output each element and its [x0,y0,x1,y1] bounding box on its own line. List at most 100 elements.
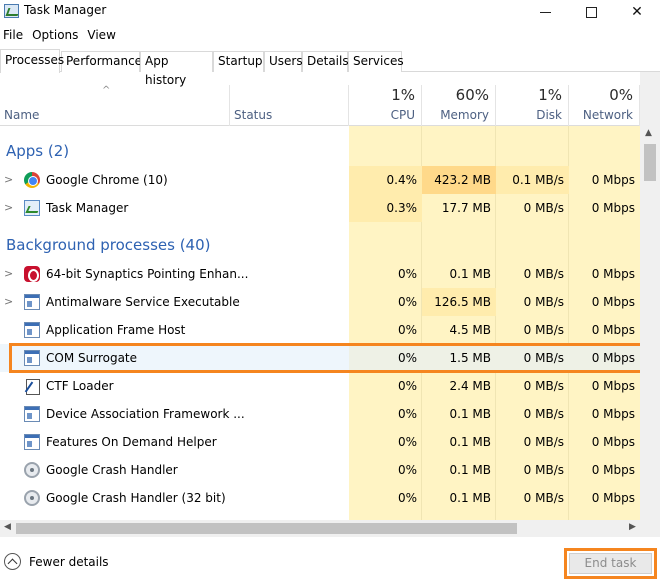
network-value: 0 Mbps [591,295,635,309]
vertical-scroll-thumb[interactable] [644,144,656,181]
window-app-icon [24,294,40,310]
scrollbar-corner [640,520,660,537]
process-name: Task Manager [46,201,129,215]
tab-bar: Processes Performance App history Startu… [0,49,660,87]
disk-value: 0 MB/s [523,201,564,215]
column-header: ^ Name Status 1% CPU 60% Memory 1% Disk … [0,85,640,126]
column-network-label: Network [582,108,633,122]
column-disk[interactable]: 1% Disk [496,85,569,126]
scroll-left-icon[interactable]: ◀ [4,522,11,532]
table-row[interactable]: Google Crash Handler (32 bit) 0% 0.1 MB … [0,484,640,512]
disk-value: 0 MB/s [523,407,564,421]
tab-details[interactable]: Details [302,51,349,72]
ctf-loader-icon [24,378,40,395]
cpu-value: 0% [397,463,417,477]
scroll-right-icon[interactable]: ▶ [629,522,636,532]
memory-value: 0.1 MB [449,267,491,281]
disk-value: 0 MB/s [523,379,564,393]
table-row[interactable]: Features On Demand Helper 0% 0.1 MB 0 MB… [0,428,640,456]
group-apps-label: Apps (2) [6,142,70,160]
menu-file[interactable]: File [0,26,29,46]
tab-performance[interactable]: Performance [61,51,142,72]
column-status[interactable]: Status [230,85,349,126]
cpu-value: 0% [397,295,417,309]
cpu-value: 0% [397,407,417,421]
process-name: Google Crash Handler [46,463,178,477]
menu-view[interactable]: View [84,26,121,46]
maximize-icon [585,6,597,18]
column-network[interactable]: 0% Network [569,85,640,126]
disk-value: 0 MB/s [523,295,564,309]
group-apps[interactable]: Apps (2) [0,136,640,164]
column-cpu-label: CPU [390,108,415,122]
table-row[interactable]: > Antimalware Service Executable 0% 126.… [0,288,640,316]
table-row[interactable]: CTF Loader 0% 2.4 MB 0 MB/s 0 Mbps [0,372,640,400]
column-name[interactable]: ^ Name [0,85,230,126]
chevron-up-circle-icon[interactable] [4,553,21,570]
tab-app-history[interactable]: App history [140,51,213,87]
process-name: Google Crash Handler (32 bit) [46,491,226,505]
table-row[interactable]: Device Association Framework ... 0% 0.1 … [0,400,640,428]
menu-bar: File Options View [0,26,122,46]
table-row[interactable]: > Task Manager 0.3% 17.7 MB 0 MB/s 0 Mbp… [0,194,640,222]
fewer-details-link[interactable]: Fewer details [29,555,109,569]
network-value: 0 Mbps [591,267,635,281]
window-app-icon [24,406,40,422]
tab-services[interactable]: Services [348,51,404,72]
process-name: Google Chrome (10) [46,173,168,187]
window-title: Task Manager [24,3,107,17]
group-background-label: Background processes (40) [6,236,211,254]
disk-value: 0 MB/s [523,323,564,337]
network-value: 0 Mbps [591,173,635,187]
cpu-value: 0.3% [386,201,418,215]
horizontal-scrollbar[interactable]: ◀ ▶ [0,520,640,537]
cpu-total-percent: 1% [391,86,415,104]
window-app-icon [24,434,40,450]
close-button[interactable]: ✕ [614,0,660,24]
memory-value: 0.1 MB [449,407,491,421]
menu-options[interactable]: Options [29,26,84,46]
vertical-scrollbar[interactable]: ▲ [640,126,660,520]
tab-processes[interactable]: Processes [0,49,64,73]
column-memory[interactable]: 60% Memory [422,85,496,126]
scroll-up-icon[interactable]: ▲ [645,128,652,138]
memory-value: 0.1 MB [449,435,491,449]
tab-startup[interactable]: Startup [213,51,264,72]
minimize-button[interactable] [522,0,568,24]
expand-chevron-icon[interactable]: > [4,267,13,280]
disk-value: 0 MB/s [523,435,564,449]
group-background-processes[interactable]: Background processes (40) [0,230,640,258]
expand-chevron-icon[interactable]: > [4,173,13,186]
network-value: 0 Mbps [591,323,635,337]
expand-chevron-icon[interactable]: > [4,295,13,308]
table-row[interactable]: Google Crash Handler 0% 0.1 MB 0 MB/s 0 … [0,456,640,484]
tab-users[interactable]: Users [264,51,303,72]
cpu-value: 0% [397,379,417,393]
memory-value: 17.7 MB [441,201,491,215]
network-value: 0 Mbps [591,491,635,505]
network-value: 0 Mbps [591,435,635,449]
crash-handler-icon [24,490,40,506]
memory-value: 0.1 MB [449,491,491,505]
disk-value: 0 MB/s [523,267,564,281]
process-name: CTF Loader [46,379,114,393]
disk-value: 0 MB/s [523,491,564,505]
maximize-button[interactable] [568,0,614,24]
end-task-button[interactable]: End task [569,553,652,574]
column-cpu[interactable]: 1% CPU [349,85,422,126]
table-row[interactable]: > Google Chrome (10) 0.4% 423.2 MB 0.1 M… [0,166,640,194]
task-manager-icon [4,4,19,18]
memory-value: 423.2 MB [434,173,491,187]
expand-chevron-icon[interactable]: > [4,201,13,214]
disk-value: 0.1 MB/s [512,173,564,187]
window-app-icon [24,322,40,338]
disk-value: 0 MB/s [523,463,564,477]
table-row[interactable]: Application Frame Host 0% 4.5 MB 0 MB/s … [0,316,640,344]
process-name: Device Association Framework ... [46,407,245,421]
table-row[interactable]: > 64-bit Synaptics Pointing Enhan... 0% … [0,260,640,288]
horizontal-scroll-thumb[interactable] [16,523,517,534]
crash-handler-icon [24,462,40,478]
network-value: 0 Mbps [591,379,635,393]
close-icon: ✕ [631,4,643,20]
column-disk-label: Disk [536,108,562,122]
